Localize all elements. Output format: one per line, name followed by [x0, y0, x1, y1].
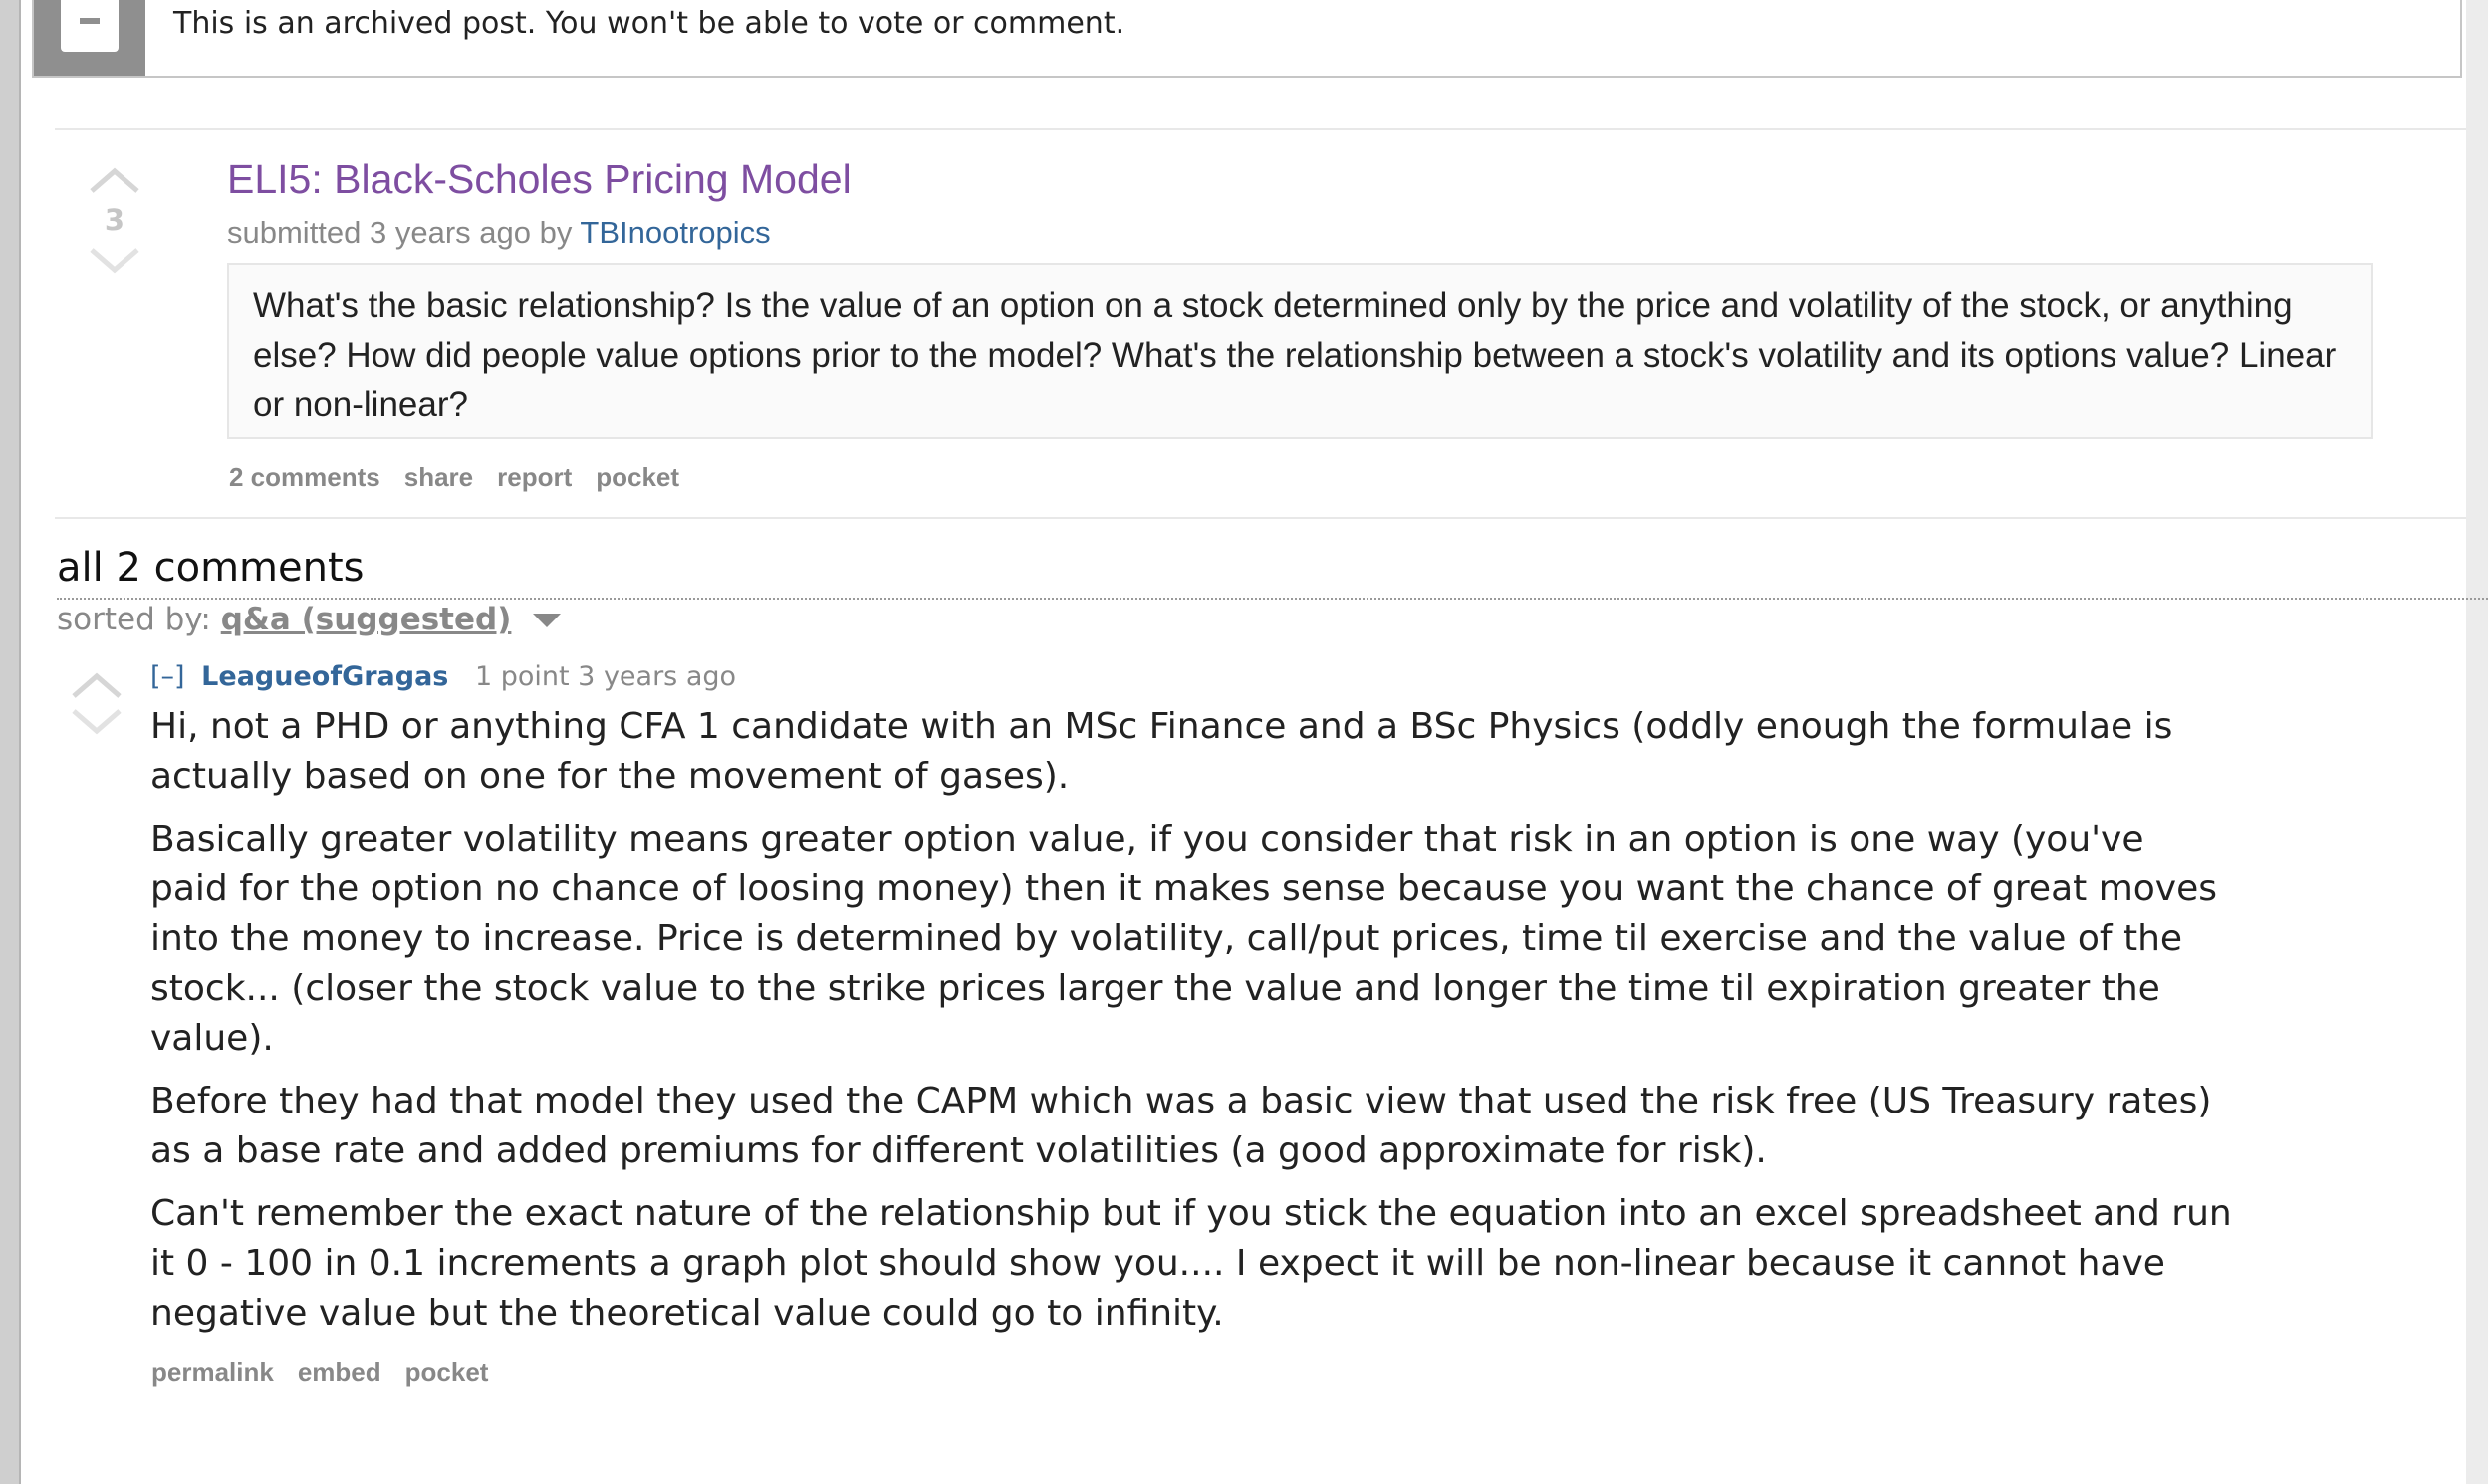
comment-line: Can't remember the exact nature of the r…	[150, 1193, 2232, 1234]
post-title[interactable]: ELI5: Black-Scholes Pricing Model	[227, 156, 852, 203]
comment-line: it 0 - 100 in 0.1 increments a graph plo…	[150, 1243, 2165, 1284]
comment-author-link[interactable]: LeagueofGragas	[201, 661, 448, 692]
chevron-down-icon[interactable]	[533, 602, 562, 637]
sort-control: sorted by: q&a (suggested)	[57, 602, 562, 637]
comment-line: paid for the option no chance of loosing…	[150, 868, 2217, 909]
comment-upvote-arrow-icon[interactable]	[70, 672, 124, 700]
post-score: 3	[104, 203, 125, 237]
comment-line: Before they had that model they used the…	[150, 1081, 2212, 1121]
comment-line: Basically greater volatility means great…	[150, 819, 2144, 860]
comment-score-time: 1 point 3 years ago	[474, 661, 737, 692]
pocket-link[interactable]: pocket	[596, 462, 679, 492]
post-action-buttons: 2 comments share report pocket	[229, 462, 703, 493]
upvote-arrow-icon[interactable]	[88, 167, 141, 195]
comment-action-buttons: permalink embed pocket	[151, 1358, 512, 1388]
collapse-toggle[interactable]: [–]	[150, 661, 185, 692]
comments-heading-divider	[57, 598, 2488, 600]
comment-body: Hi, not a PHD or anything CFA 1 candidat…	[150, 702, 2292, 1352]
embed-link[interactable]: embed	[298, 1358, 381, 1387]
comment-line: value).	[150, 1018, 274, 1059]
sorted-by-label: sorted by:	[57, 602, 211, 637]
post-selftext: What's the basic relationship? Is the va…	[227, 263, 2373, 439]
comment-line: actually based on one for the movement o…	[150, 756, 1070, 797]
comment-line: negative value but the theoretical value…	[150, 1293, 1224, 1334]
permalink-link[interactable]: permalink	[151, 1358, 274, 1387]
archived-notice-text: This is an archived post. You won't be a…	[173, 6, 1125, 41]
comment-tagline: [–] LeagueofGragas 1 point 3 years ago	[150, 661, 736, 692]
report-link[interactable]: report	[497, 462, 572, 492]
comment-line: Hi, not a PHD or anything CFA 1 candidat…	[150, 706, 2173, 747]
comment-pocket-link[interactable]: pocket	[405, 1358, 489, 1387]
archive-box-icon	[34, 0, 145, 76]
divider	[55, 128, 2466, 130]
right-gutter	[2466, 0, 2488, 1484]
post-tagline: submitted 3 years ago by TBInootropics	[227, 215, 771, 251]
comment-paragraph: Basically greater volatility means great…	[150, 815, 2292, 1064]
comment-line: as a base rate and added premiums for di…	[150, 1130, 1767, 1171]
downvote-arrow-icon[interactable]	[88, 246, 141, 274]
comment-paragraph: Hi, not a PHD or anything CFA 1 candidat…	[150, 702, 2292, 802]
sort-dropdown[interactable]: q&a (suggested)	[221, 602, 512, 637]
comment-paragraph: Can't remember the exact nature of the r…	[150, 1189, 2292, 1339]
post-author-link[interactable]: TBInootropics	[580, 215, 770, 250]
comments-heading: all 2 comments	[57, 545, 365, 591]
comments-link[interactable]: 2 comments	[229, 462, 380, 492]
comment-line: into the money to increase. Price is det…	[150, 918, 2183, 959]
comment-paragraph: Before they had that model they used the…	[150, 1077, 2292, 1176]
comment-line: stock... (closer the stock value to the …	[150, 968, 2160, 1009]
submitted-text: submitted 3 years ago by	[227, 215, 573, 250]
share-link[interactable]: share	[404, 462, 473, 492]
comment-downvote-arrow-icon[interactable]	[70, 707, 124, 735]
divider	[55, 517, 2466, 519]
left-gutter	[0, 0, 21, 1484]
archived-notice: This is an archived post. You won't be a…	[32, 0, 2462, 78]
